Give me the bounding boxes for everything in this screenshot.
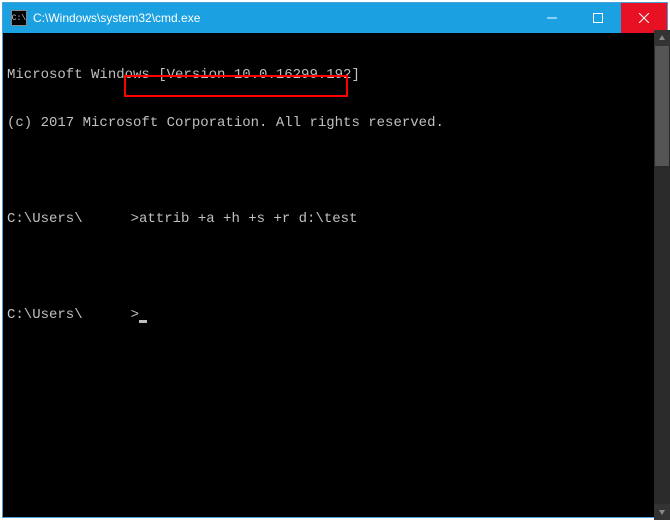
cursor bbox=[139, 320, 147, 323]
scroll-up-button[interactable] bbox=[654, 30, 670, 46]
terminal-area[interactable]: Microsoft Windows [Version 10.0.16299.19… bbox=[3, 33, 667, 517]
output-line: (c) 2017 Microsoft Corporation. All righ… bbox=[7, 115, 663, 131]
maximize-button[interactable] bbox=[575, 3, 621, 33]
redacted-username bbox=[83, 309, 131, 323]
window-title: C:\Windows\system32\cmd.exe bbox=[33, 11, 529, 25]
prompt-caret: > bbox=[131, 307, 139, 323]
output-line: Microsoft Windows [Version 10.0.16299.19… bbox=[7, 67, 663, 83]
window-controls bbox=[529, 3, 667, 33]
prompt-line: C:\Users\ > bbox=[7, 307, 663, 323]
scrollbar-thumb[interactable] bbox=[655, 46, 669, 166]
blank-line bbox=[7, 259, 663, 275]
prompt-line: C:\Users\ >attrib +a +h +s +r d:\test bbox=[7, 211, 663, 227]
vertical-scrollbar[interactable] bbox=[654, 30, 670, 520]
typed-command: attrib +a +h +s +r d:\test bbox=[139, 211, 357, 227]
minimize-button[interactable] bbox=[529, 3, 575, 33]
close-button[interactable] bbox=[621, 3, 667, 33]
prompt-path: C:\Users\ bbox=[7, 211, 83, 227]
blank-line bbox=[7, 163, 663, 179]
prompt-path: C:\Users\ bbox=[7, 307, 83, 323]
cmd-icon: C:\ bbox=[11, 10, 27, 26]
redacted-username bbox=[83, 213, 131, 227]
scroll-down-button[interactable] bbox=[654, 504, 670, 520]
prompt-caret: > bbox=[131, 211, 139, 227]
titlebar[interactable]: C:\ C:\Windows\system32\cmd.exe bbox=[3, 3, 667, 33]
cmd-window: C:\ C:\Windows\system32\cmd.exe Microsof… bbox=[2, 2, 668, 518]
